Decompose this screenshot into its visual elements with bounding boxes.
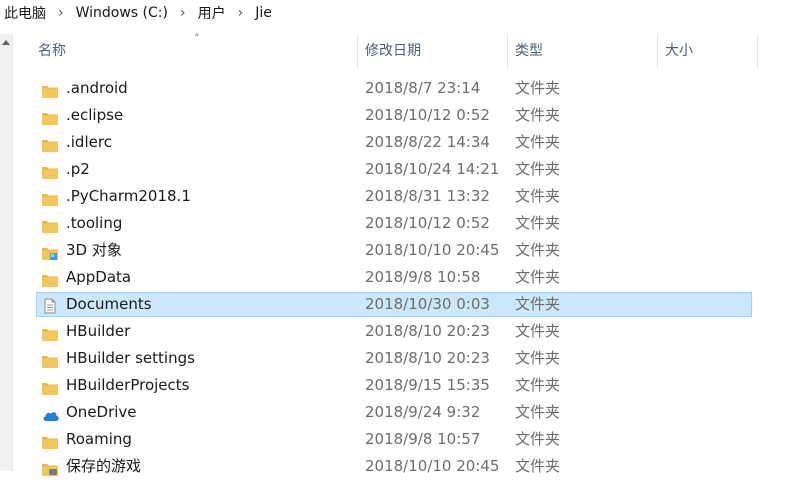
modified-date: 2018/8/31 13:32 [365,187,490,205]
column-header-type[interactable]: 类型 [515,34,543,68]
folder-icon [42,189,58,206]
file-name[interactable]: .idlerc [66,130,112,155]
navigation-pane-scrollbar[interactable] [0,34,13,471]
file-name[interactable]: .p2 [66,157,90,182]
file-name[interactable]: AppData [66,265,131,290]
onedrive-cloud-icon [42,405,59,421]
modified-date: 2018/8/10 20:23 [365,322,490,340]
file-type: 文件夹 [515,79,561,97]
modified-date: 2018/8/7 23:14 [365,79,481,97]
file-list-row[interactable]: 3D 对象 2018/10/10 20:45 文件夹 [36,238,752,263]
modified-date: 2018/10/12 0:52 [365,214,490,232]
column-header-size[interactable]: 大小 [665,34,693,68]
modified-date: 2018/10/10 20:45 [365,241,500,259]
documents-folder-icon [42,297,58,314]
file-name[interactable]: HBuilderProjects [66,373,189,398]
folder-icon [42,432,58,449]
column-header-row: 名称 ˄ 修改日期 类型 大小 [12,32,798,68]
file-list-row[interactable]: .idlerc 2018/8/22 14:34 文件夹 [36,130,752,155]
column-header-name[interactable]: 名称 [38,34,66,68]
file-type: 文件夹 [515,241,561,259]
modified-date: 2018/10/10 20:45 [365,457,500,475]
file-list-row-selected[interactable]: Documents 2018/10/30 0:03 文件夹 [36,292,752,317]
column-divider[interactable] [357,34,358,68]
modified-date: 2018/9/15 15:35 [365,376,490,394]
file-type: 文件夹 [515,322,561,340]
modified-date: 2018/10/24 14:21 [365,160,500,178]
column-divider[interactable] [507,34,508,68]
folder-icon [42,162,58,179]
modified-date: 2018/10/30 0:03 [365,295,490,313]
folder-icon [42,216,58,233]
3d-objects-folder-icon [42,243,58,260]
file-type: 文件夹 [515,430,561,448]
file-type: 文件夹 [515,214,561,232]
file-type: 文件夹 [515,106,561,124]
file-name[interactable]: 3D 对象 [66,238,122,263]
file-type: 文件夹 [515,187,561,205]
chevron-right-icon[interactable]: › [230,5,252,21]
file-name[interactable]: .PyCharm2018.1 [66,184,191,209]
file-list-row[interactable]: OneDrive 2018/9/24 9:32 文件夹 [36,400,752,425]
folder-icon [42,351,58,368]
file-name[interactable]: Documents [66,292,152,317]
file-list-row[interactable]: .p2 2018/10/24 14:21 文件夹 [36,157,752,182]
breadcrumb: 此电脑 › Windows (C:) › 用户 › Jie [0,0,798,26]
scroll-up-arrow-icon[interactable] [2,40,10,45]
file-list-row[interactable]: HBuilderProjects 2018/9/15 15:35 文件夹 [36,373,752,398]
file-name[interactable]: .tooling [66,211,122,236]
file-list-row[interactable]: AppData 2018/9/8 10:58 文件夹 [36,265,752,290]
file-name[interactable]: .eclipse [66,103,123,128]
file-type: 文件夹 [515,376,561,394]
file-name[interactable]: 保存的游戏 [66,454,141,479]
modified-date: 2018/8/22 14:34 [365,133,490,151]
column-header-date[interactable]: 修改日期 [365,34,421,68]
modified-date: 2018/9/8 10:57 [365,430,481,448]
file-type: 文件夹 [515,457,561,475]
file-type: 文件夹 [515,268,561,286]
folder-icon [42,378,58,395]
file-type: 文件夹 [515,349,561,367]
file-type: 文件夹 [515,403,561,421]
breadcrumb-windows-c[interactable]: Windows (C:) [72,5,172,21]
breadcrumb-this-pc[interactable]: 此电脑 [0,3,50,23]
column-divider[interactable] [657,34,658,68]
modified-date: 2018/9/8 10:58 [365,268,481,286]
file-name[interactable]: HBuilder [66,319,130,344]
modified-date: 2018/10/12 0:52 [365,106,490,124]
breadcrumb-jie[interactable]: Jie [251,5,276,21]
file-list-row[interactable]: Roaming 2018/9/8 10:57 文件夹 [36,427,752,452]
column-divider[interactable] [757,34,758,68]
file-name[interactable]: OneDrive [66,400,137,425]
file-list-row[interactable]: .android 2018/8/7 23:14 文件夹 [36,76,752,101]
folder-icon [42,270,58,287]
chevron-right-icon[interactable]: › [172,5,194,21]
breadcrumb-users[interactable]: 用户 [194,3,230,23]
chevron-right-icon[interactable]: › [50,5,72,21]
file-name[interactable]: HBuilder settings [66,346,195,371]
folder-icon [42,108,58,125]
file-list-row[interactable]: 保存的游戏 2018/10/10 20:45 文件夹 [36,454,752,479]
modified-date: 2018/8/10 20:23 [365,349,490,367]
sort-ascending-icon: ˄ [194,32,200,45]
file-list-row[interactable]: .eclipse 2018/10/12 0:52 文件夹 [36,103,752,128]
folder-icon [42,324,58,341]
file-list-row[interactable]: .tooling 2018/10/12 0:52 文件夹 [36,211,752,236]
folder-icon [42,81,58,98]
file-type: 文件夹 [515,160,561,178]
file-list-row[interactable]: HBuilder settings 2018/8/10 20:23 文件夹 [36,346,752,371]
modified-date: 2018/9/24 9:32 [365,403,481,421]
file-name[interactable]: Roaming [66,427,132,452]
file-type: 文件夹 [515,295,561,313]
file-list-row[interactable]: HBuilder 2018/8/10 20:23 文件夹 [36,319,752,344]
file-list-row[interactable]: .PyCharm2018.1 2018/8/31 13:32 文件夹 [36,184,752,209]
file-type: 文件夹 [515,133,561,151]
folder-icon [42,135,58,152]
file-name[interactable]: .android [66,76,128,101]
